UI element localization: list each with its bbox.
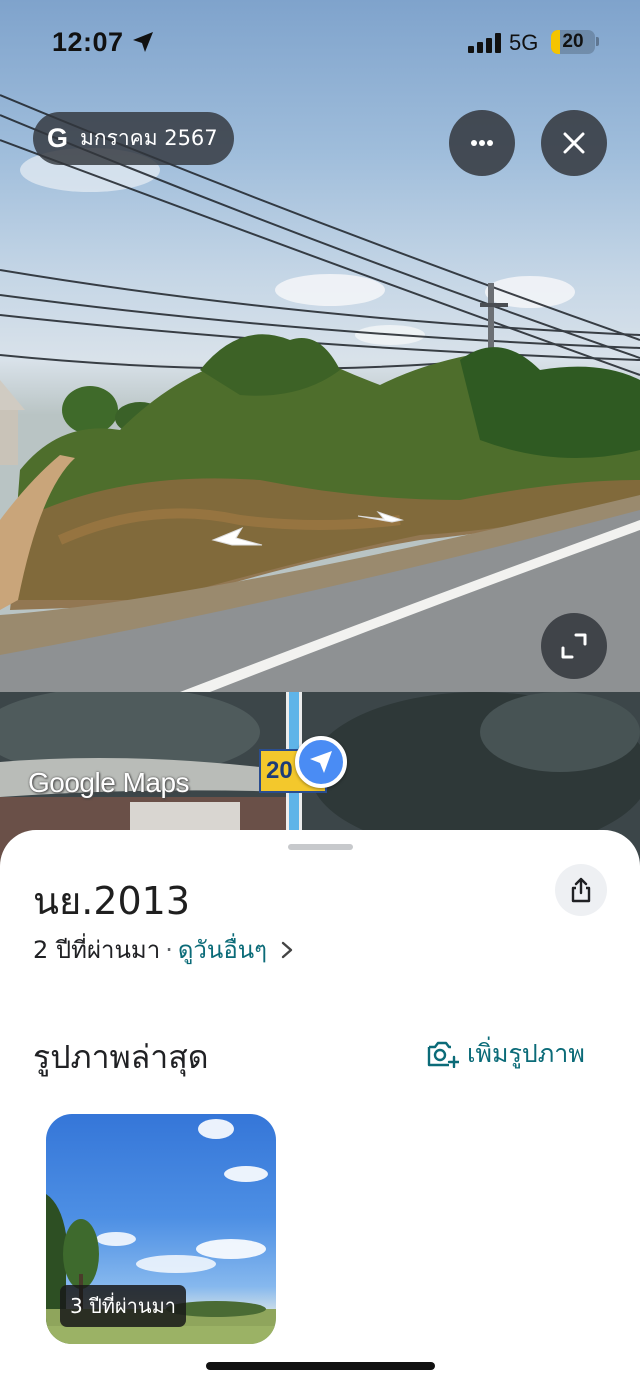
capture-age: 2 ปีที่ผ่านมา <box>33 936 161 964</box>
latest-photos-title: รูปภาพล่าสุด <box>33 1038 209 1076</box>
close-icon <box>563 132 585 154</box>
battery-percent: 20 <box>562 31 584 52</box>
share-icon <box>571 877 591 903</box>
photo-thumbnail[interactable]: 3 ปีที่ผ่านมา <box>46 1114 276 1344</box>
home-indicator[interactable] <box>206 1362 435 1370</box>
chevron-right-icon[interactable] <box>281 941 293 959</box>
status-bar: 12:07 5G 20 <box>0 0 640 86</box>
battery-nub <box>596 37 599 46</box>
capture-date-chip[interactable]: G มกราคม 2567 <box>33 112 234 165</box>
see-other-dates-link[interactable]: ดูวันอื่นๆ <box>178 930 267 969</box>
more-button[interactable] <box>449 110 515 176</box>
add-photo-icon <box>427 1041 459 1068</box>
network-type: 5G <box>509 30 539 55</box>
close-button[interactable] <box>541 110 607 176</box>
capture-month: มกราคม 2567 <box>80 126 218 150</box>
location-pin-icon <box>295 736 347 788</box>
details-sheet: นย.2013 2 ปีที่ผ่านมา · ดูวันอื่นๆ รูปภา… <box>0 830 640 1384</box>
capture-age-row: 2 ปีที่ผ่านมา · ดูวันอื่นๆ <box>33 930 293 969</box>
photo-age-badge: 3 ปีที่ผ่านมา <box>60 1285 186 1327</box>
battery-icon: 20 <box>551 30 595 54</box>
cellular-signal-icon <box>468 33 502 53</box>
location-arrow-icon <box>133 32 153 52</box>
more-icon <box>471 140 493 146</box>
google-maps-watermark: Google Maps <box>28 767 190 798</box>
status-time: 12:07 <box>52 27 124 57</box>
google-logo-icon: G <box>47 123 69 153</box>
add-photo-label: เพิ่มรูปภาพ <box>467 1039 585 1068</box>
street-view-panorama[interactable]: 12:07 5G 20 G มกราคม 2567 <box>0 0 640 692</box>
heading-arrow-icon <box>310 751 332 773</box>
fullscreen-icon <box>561 633 587 659</box>
street-view-scene <box>0 94 640 692</box>
fullscreen-button[interactable] <box>541 613 607 679</box>
share-button[interactable] <box>555 864 607 916</box>
capture-date-title: นย.2013 <box>33 879 191 923</box>
drag-handle[interactable] <box>288 844 353 850</box>
add-photo-button[interactable]: เพิ่มรูปภาพ <box>427 1034 585 1074</box>
separator-dot: · <box>165 935 173 964</box>
